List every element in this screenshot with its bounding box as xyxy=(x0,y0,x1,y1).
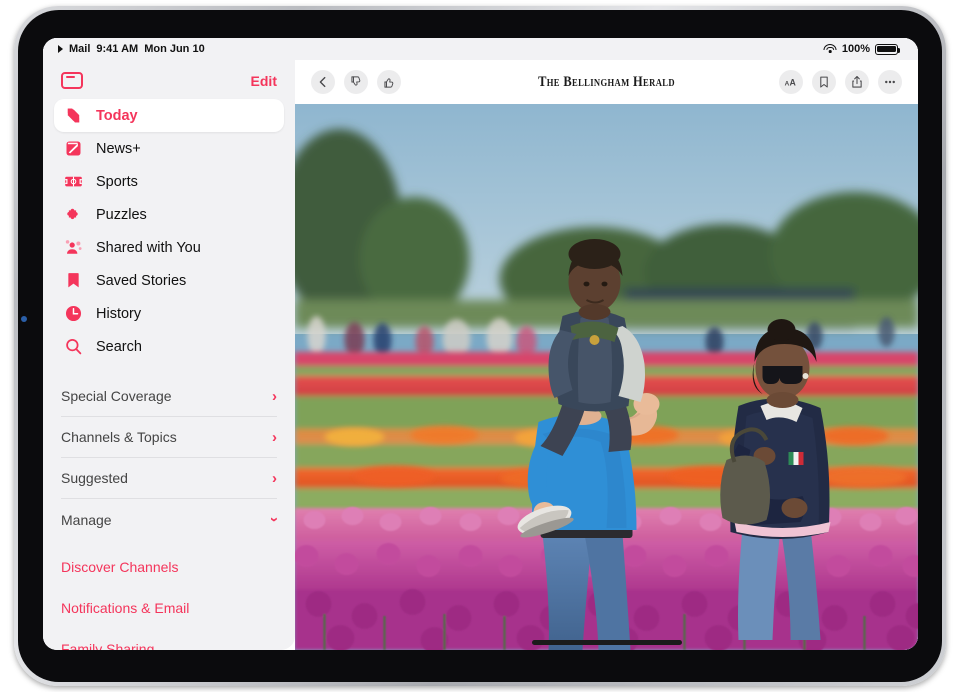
svg-text:A: A xyxy=(790,78,797,88)
dislike-button[interactable] xyxy=(344,70,368,94)
ipad-screen: Edit Today xyxy=(43,38,918,650)
article-toolbar-right: AA xyxy=(779,70,902,94)
sidebar-nav: Today News+ xyxy=(43,99,295,363)
sidebar-item-puzzles[interactable]: Puzzles xyxy=(54,198,284,231)
sidebar-item-search[interactable]: Search xyxy=(54,330,284,363)
sidebar-item-label: Sports xyxy=(96,174,138,190)
sidebar-section-manage[interactable]: Manage › xyxy=(61,499,277,540)
sports-field-icon xyxy=(63,171,84,192)
apple-news-icon xyxy=(63,105,84,126)
sidebar-item-today[interactable]: Today xyxy=(54,99,284,132)
status-bar-right: 100% xyxy=(824,43,918,55)
battery-percent-label: 100% xyxy=(842,43,870,55)
ipad-device-frame: Edit Today xyxy=(14,6,946,686)
chevron-right-icon: › xyxy=(272,389,277,404)
news-plus-icon xyxy=(63,138,84,159)
sidebar-header: Edit xyxy=(43,60,295,99)
sidebar-item-label: Saved Stories xyxy=(96,273,186,289)
sidebar-item-label: Puzzles xyxy=(96,207,147,223)
shared-person-icon xyxy=(63,237,84,258)
puzzle-piece-icon xyxy=(63,204,84,225)
link-discover-channels[interactable]: Discover Channels xyxy=(61,546,277,587)
battery-full-icon xyxy=(875,44,898,55)
bookmark-icon xyxy=(63,270,84,291)
more-button[interactable] xyxy=(878,70,902,94)
article-hero-photo xyxy=(295,104,918,650)
svg-text:A: A xyxy=(785,81,790,88)
link-family-sharing[interactable]: Family Sharing xyxy=(61,628,277,650)
status-date: Mon Jun 10 xyxy=(144,43,205,55)
like-button[interactable] xyxy=(377,70,401,94)
sidebar-item-shared-with-you[interactable]: Shared with You xyxy=(54,231,284,264)
screen-artifact-dot xyxy=(21,316,27,322)
chevron-right-icon: › xyxy=(272,471,277,486)
sidebar-section-channels-topics[interactable]: Channels & Topics › xyxy=(61,417,277,458)
sidebar-item-label: Today xyxy=(96,108,138,124)
back-to-app-icon[interactable] xyxy=(58,45,63,53)
home-indicator xyxy=(532,640,682,645)
clock-icon xyxy=(63,303,84,324)
section-label: Suggested xyxy=(61,470,128,486)
sidebar-section-suggested[interactable]: Suggested › xyxy=(61,458,277,499)
save-story-button[interactable] xyxy=(812,70,836,94)
sidebar-toggle-icon[interactable] xyxy=(61,72,83,89)
sidebar-item-history[interactable]: History xyxy=(54,297,284,330)
section-label: Manage xyxy=(61,512,112,528)
status-bar: Mail 9:41 AM Mon Jun 10 100% xyxy=(43,38,918,60)
chevron-right-icon: › xyxy=(272,430,277,445)
edit-button[interactable]: Edit xyxy=(251,73,277,89)
sidebar-item-sports[interactable]: Sports xyxy=(54,165,284,198)
sidebar-manage-links: Discover Channels Notifications & Email … xyxy=(43,540,295,650)
news-sidebar: Edit Today xyxy=(43,38,295,650)
wifi-icon xyxy=(824,44,837,54)
article-toolbar: The Bellingham Herald AA xyxy=(295,60,918,104)
sidebar-sections: Special Coverage › Channels & Topics › S… xyxy=(43,376,295,540)
sidebar-section-special-coverage[interactable]: Special Coverage › xyxy=(61,376,277,417)
chevron-down-icon: › xyxy=(267,517,282,522)
sidebar-item-label: History xyxy=(96,306,141,322)
sidebar-item-label: Search xyxy=(96,339,142,355)
back-button[interactable] xyxy=(311,70,335,94)
app-content: Edit Today xyxy=(43,38,918,650)
article-pane: The Bellingham Herald AA xyxy=(295,38,918,650)
search-icon xyxy=(63,336,84,357)
status-bar-left: Mail 9:41 AM Mon Jun 10 xyxy=(43,43,205,55)
text-size-aa-icon[interactable]: AA xyxy=(779,70,803,94)
section-label: Channels & Topics xyxy=(61,429,177,445)
back-app-label[interactable]: Mail xyxy=(69,43,90,55)
sidebar-item-news-plus[interactable]: News+ xyxy=(54,132,284,165)
status-time: 9:41 AM xyxy=(96,43,138,55)
link-notifications-email[interactable]: Notifications & Email xyxy=(61,587,277,628)
sidebar-item-label: News+ xyxy=(96,141,141,157)
section-label: Special Coverage xyxy=(61,388,172,404)
share-button[interactable] xyxy=(845,70,869,94)
sidebar-item-saved-stories[interactable]: Saved Stories xyxy=(54,264,284,297)
sidebar-item-label: Shared with You xyxy=(96,240,201,256)
